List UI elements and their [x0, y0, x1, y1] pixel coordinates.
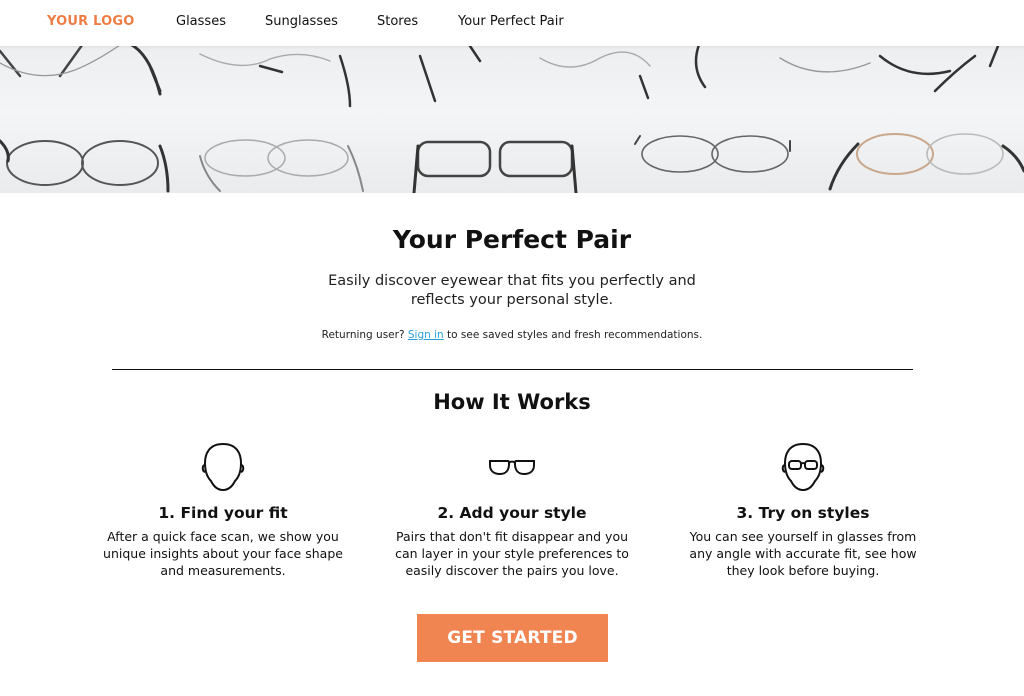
page-title: Your Perfect Pair	[392, 225, 632, 254]
step-add-your-style: 2. Add your style Pairs that don't fit d…	[392, 440, 632, 579]
returning-prefix: Returning user?	[321, 329, 405, 341]
face-outline-icon	[103, 440, 343, 494]
sign-in-link[interactable]: Sign in	[408, 329, 444, 341]
logo[interactable]: YOUR LOGO	[47, 14, 135, 29]
get-started-button[interactable]: GET STARTED	[417, 614, 608, 662]
returning-suffix: to see saved styles and fresh recommenda…	[447, 329, 703, 341]
step-3-title: 3. Try on styles	[736, 504, 870, 522]
step-2-text: Pairs that don't fit disappear and you c…	[395, 529, 629, 578]
how-it-works-heading: How It Works	[433, 390, 591, 414]
step-2-title: 2. Add your style	[437, 504, 587, 522]
top-navigation: YOUR LOGO Glasses Sunglasses Stores Your…	[0, 0, 1024, 46]
step-find-your-fit: 1. Find your fit After a quick face scan…	[103, 440, 343, 579]
returning-user-text: Returning user? Sign in to see saved sty…	[0, 329, 1024, 341]
eyeglasses-illustration	[0, 46, 1024, 193]
nav-link-glasses[interactable]: Glasses	[176, 14, 226, 29]
face-with-glasses-icon	[683, 440, 923, 494]
step-try-on-styles: 3. Try on styles You can see yourself in…	[683, 440, 923, 579]
nav-link-sunglasses[interactable]: Sunglasses	[265, 14, 338, 29]
nav-link-your-perfect-pair[interactable]: Your Perfect Pair	[458, 14, 564, 29]
page-subtitle: Easily discover eyewear that fits you pe…	[328, 273, 696, 308]
step-1-title: 1. Find your fit	[158, 504, 288, 522]
section-divider	[112, 369, 913, 370]
hero-eyeglasses-image	[0, 46, 1024, 193]
step-3-text: You can see yourself in glasses from any…	[689, 529, 917, 578]
glasses-icon	[392, 440, 632, 494]
step-1-text: After a quick face scan, we show you uni…	[103, 529, 343, 578]
nav-link-stores[interactable]: Stores	[377, 14, 418, 29]
